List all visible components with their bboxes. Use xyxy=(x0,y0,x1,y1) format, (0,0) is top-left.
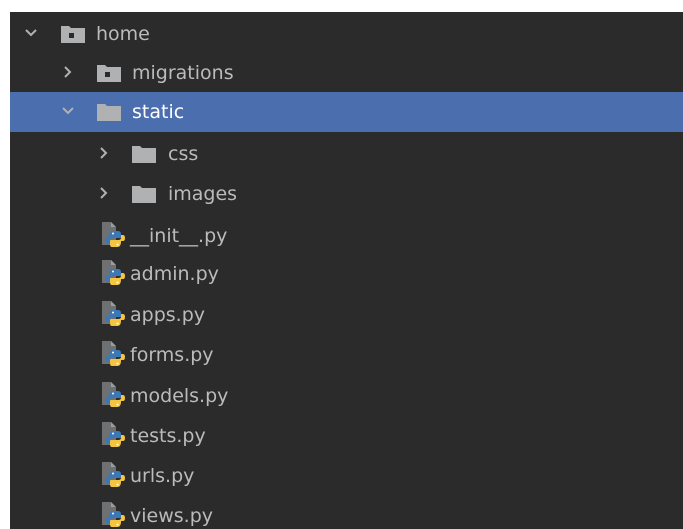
tree-item-tests-py[interactable]: tests.py xyxy=(10,416,683,456)
chevron-down-icon[interactable] xyxy=(61,104,75,118)
python-file-icon xyxy=(100,461,126,491)
chevron-right-icon[interactable] xyxy=(61,65,75,79)
tree-item-label: home xyxy=(96,23,150,45)
tree-item-migrations[interactable]: migrations xyxy=(10,53,683,93)
tree-item-label: models.py xyxy=(130,385,229,407)
python-file-icon xyxy=(100,259,126,289)
tree-item-static[interactable]: static xyxy=(10,92,683,132)
python-file-icon xyxy=(100,300,126,330)
chevron-right-icon[interactable] xyxy=(97,146,111,160)
chevron-down-icon[interactable] xyxy=(24,26,38,40)
tree-item-label: views.py xyxy=(130,505,213,527)
folder-icon xyxy=(132,186,156,203)
chevron-right-icon[interactable] xyxy=(97,186,111,200)
python-file-icon xyxy=(100,340,126,370)
python-file-icon xyxy=(100,381,126,411)
python-file-icon xyxy=(100,221,126,251)
tree-item-label: images xyxy=(168,183,238,205)
tree-item-admin-py[interactable]: admin.py xyxy=(10,254,683,294)
tree-item-css[interactable]: css xyxy=(10,134,683,174)
tree-item-views-py[interactable]: views.py xyxy=(10,496,683,529)
tree-item-home[interactable]: home xyxy=(10,14,683,54)
python-file-icon xyxy=(100,421,126,451)
tree-item-label: __init__.py xyxy=(130,225,228,247)
package-folder-icon xyxy=(97,65,121,82)
tree-item-apps-py[interactable]: apps.py xyxy=(10,295,683,335)
tree-item-label: forms.py xyxy=(130,344,214,366)
tree-item-init-py[interactable]: __init__.py xyxy=(10,216,683,256)
tree-item-label: tests.py xyxy=(130,425,206,447)
tree-item-label: urls.py xyxy=(130,465,195,487)
folder-icon xyxy=(97,104,121,121)
tree-item-label: static xyxy=(132,101,185,123)
tree-item-label: admin.py xyxy=(130,263,219,285)
folder-icon xyxy=(132,146,156,163)
tree-item-urls-py[interactable]: urls.py xyxy=(10,456,683,496)
tree-item-models-py[interactable]: models.py xyxy=(10,376,683,416)
tree-item-label: css xyxy=(168,143,199,165)
project-tree-panel: home migrations static css images __init… xyxy=(10,12,683,529)
python-file-icon xyxy=(100,501,126,529)
tree-item-forms-py[interactable]: forms.py xyxy=(10,335,683,375)
tree-item-label: migrations xyxy=(132,62,234,84)
tree-item-images[interactable]: images xyxy=(10,174,683,214)
package-folder-icon xyxy=(61,26,85,43)
tree-item-label: apps.py xyxy=(130,304,206,326)
